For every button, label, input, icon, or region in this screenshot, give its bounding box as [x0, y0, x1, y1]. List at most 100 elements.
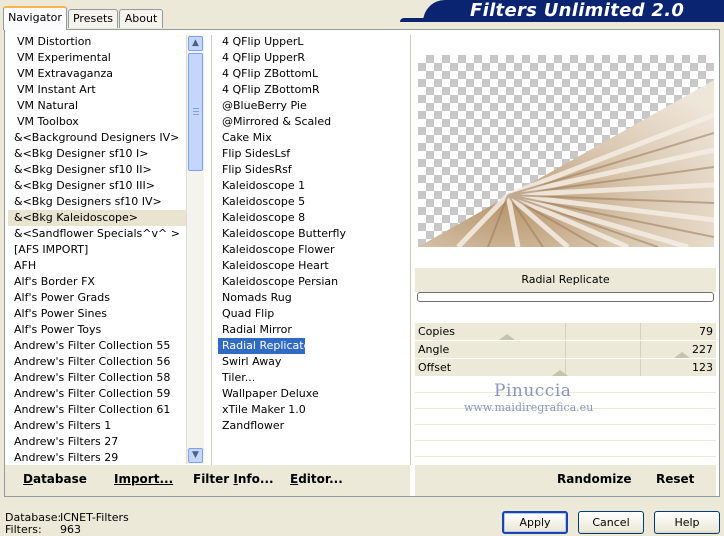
category-item[interactable]: Andrew's Filter Collection 59: [8, 386, 186, 402]
category-item[interactable]: Andrew's Filter Collection 61: [8, 402, 186, 418]
import-accel: Import...: [114, 472, 174, 486]
selected-filter-title: Radial Replicate: [415, 268, 716, 292]
category-item[interactable]: Andrew's Filter Collection 56: [8, 354, 186, 370]
editor-button[interactable]: Editor...: [290, 472, 343, 486]
filter-item[interactable]: xTile Maker 1.0: [218, 402, 406, 418]
category-item[interactable]: Alf's Power Toys: [8, 322, 186, 338]
param-offset[interactable]: Offset 123: [415, 359, 716, 377]
param-value: 79: [699, 325, 713, 338]
category-item[interactable]: VM Experimental: [8, 50, 186, 66]
watermark-url: www.maidiregrafica.eu: [464, 401, 594, 414]
filter-item[interactable]: Flip SidesRsf: [218, 162, 406, 178]
editor-accel: E: [290, 472, 299, 486]
scroll-thumb[interactable]: [188, 53, 203, 171]
filter-item[interactable]: Kaleidoscope 1: [218, 178, 406, 194]
list-divider: [211, 35, 212, 465]
category-item[interactable]: AFH: [8, 258, 186, 274]
slider-angle-thumb[interactable]: [674, 352, 690, 358]
slider-copies-thumb[interactable]: [499, 334, 515, 340]
progress-bar: [417, 292, 714, 302]
param-angle[interactable]: Angle 227: [415, 341, 716, 359]
category-item[interactable]: Andrew's Filter Collection 55: [8, 338, 186, 354]
database-button[interactable]: Database: [23, 472, 87, 486]
filter-item[interactable]: @BlueBerry Pie: [218, 98, 406, 114]
filter-item[interactable]: 4 QFlip UpperR: [218, 50, 406, 66]
app-title: Filters Unlimited 2.0: [470, 0, 685, 21]
category-item[interactable]: Alf's Power Grads: [8, 290, 186, 306]
category-item[interactable]: &<Bkg Designer sf10 I>: [8, 146, 186, 162]
tab-about[interactable]: About: [119, 9, 163, 28]
param-empty-row: [415, 425, 716, 441]
param-label: Offset: [418, 361, 452, 374]
filter-item[interactable]: Tiler...: [218, 370, 406, 386]
filter-item[interactable]: Wallpaper Deluxe: [218, 386, 406, 402]
database-accel: D: [23, 472, 33, 486]
category-item[interactable]: [AFS IMPORT]: [8, 242, 186, 258]
filter-item[interactable]: Kaleidoscope Heart: [218, 258, 406, 274]
scroll-down-button[interactable]: ▼: [188, 448, 203, 463]
filter-item[interactable]: Kaleidoscope 5: [218, 194, 406, 210]
category-item[interactable]: &<Bkg Designers sf10 IV>: [8, 194, 186, 210]
filter-info-pre: Filter: [193, 472, 234, 486]
filter-item[interactable]: 4 QFlip UpperL: [218, 34, 406, 50]
import-button[interactable]: Import...: [114, 472, 173, 486]
database-rest: atabase: [32, 472, 87, 486]
editor-rest: ditor...: [298, 472, 343, 486]
param-label: Copies: [418, 325, 455, 338]
scroll-up-button[interactable]: ▲: [188, 36, 203, 51]
category-item[interactable]: &<Sandflower Specials^v^ >: [8, 226, 186, 242]
help-button[interactable]: Help: [654, 511, 720, 534]
apply-button[interactable]: Apply: [502, 511, 568, 534]
filter-item[interactable]: Swirl Away: [218, 354, 406, 370]
category-item[interactable]: Andrew's Filter Collection 58: [8, 370, 186, 386]
category-item[interactable]: VM Extravaganza: [8, 66, 186, 82]
category-item[interactable]: Alf's Power Sines: [8, 306, 186, 322]
category-item[interactable]: &<Bkg Designer sf10 III>: [8, 178, 186, 194]
category-item[interactable]: VM Natural: [8, 98, 186, 114]
category-item[interactable]: &<Bkg Designer sf10 II>: [8, 162, 186, 178]
filter-item[interactable]: Radial Replicate: [218, 338, 310, 354]
watermark-name: Pinuccia: [494, 381, 572, 401]
category-item[interactable]: VM Toolbox: [8, 114, 186, 130]
category-item[interactable]: &<Background Designers IV>: [8, 130, 186, 146]
footer-filters: Filters: 963: [5, 523, 81, 536]
filter-item[interactable]: @Mirrored & Scaled: [218, 114, 406, 130]
filter-item[interactable]: Kaleidoscope Butterfly: [218, 226, 406, 242]
filter-item[interactable]: 4 QFlip ZBottomL: [218, 66, 406, 82]
param-empty-row: [415, 441, 716, 457]
preview-image: [418, 55, 714, 247]
filter-item[interactable]: Kaleidoscope 8: [218, 210, 406, 226]
panel-divider: [410, 35, 411, 465]
filter-item[interactable]: Radial Mirror: [218, 322, 406, 338]
param-copies[interactable]: Copies 79: [415, 323, 716, 341]
category-item[interactable]: Alf's Border FX: [8, 274, 186, 290]
category-item[interactable]: Andrew's Filters 29: [8, 450, 186, 466]
cancel-button[interactable]: Cancel: [578, 511, 644, 534]
filter-item[interactable]: Kaleidoscope Flower: [218, 242, 406, 258]
reset-button[interactable]: Reset: [656, 472, 694, 486]
slider-offset-thumb[interactable]: [552, 370, 568, 376]
category-scrollbar[interactable]: ▲ ▼: [186, 35, 204, 464]
category-item[interactable]: Andrew's Filters 1: [8, 418, 186, 434]
footer-filters-value: 963: [60, 523, 81, 536]
category-item[interactable]: VM Distortion: [8, 34, 186, 50]
footer-filters-label: Filters:: [5, 523, 42, 536]
param-value: 123: [692, 361, 713, 374]
filter-item[interactable]: Cake Mix: [218, 130, 406, 146]
category-item[interactable]: Andrew's Filters 27: [8, 434, 186, 450]
randomize-button[interactable]: Randomize: [557, 472, 631, 486]
filter-item[interactable]: Quad Flip: [218, 306, 406, 322]
filter-item[interactable]: Flip SidesLsf: [218, 146, 406, 162]
category-item[interactable]: VM Instant Art: [8, 82, 186, 98]
filter-item[interactable]: Zandflower: [218, 418, 406, 434]
filter-item[interactable]: Nomads Rug: [218, 290, 406, 306]
param-value: 227: [692, 343, 713, 356]
tab-navigator[interactable]: Navigator: [3, 6, 67, 30]
filter-item[interactable]: 4 QFlip ZBottomR: [218, 82, 406, 98]
filter-item[interactable]: Kaleidoscope Persian: [218, 274, 406, 290]
filter-list: 4 QFlip UpperL 4 QFlip UpperR 4 QFlip ZBot…: [218, 34, 406, 434]
category-item[interactable]: &<Bkg Kaleidoscope>: [8, 210, 186, 226]
tab-presets[interactable]: Presets: [68, 9, 118, 28]
filter-info-rest: nfo...: [237, 472, 274, 486]
filter-info-button[interactable]: Filter Info...: [193, 472, 274, 486]
